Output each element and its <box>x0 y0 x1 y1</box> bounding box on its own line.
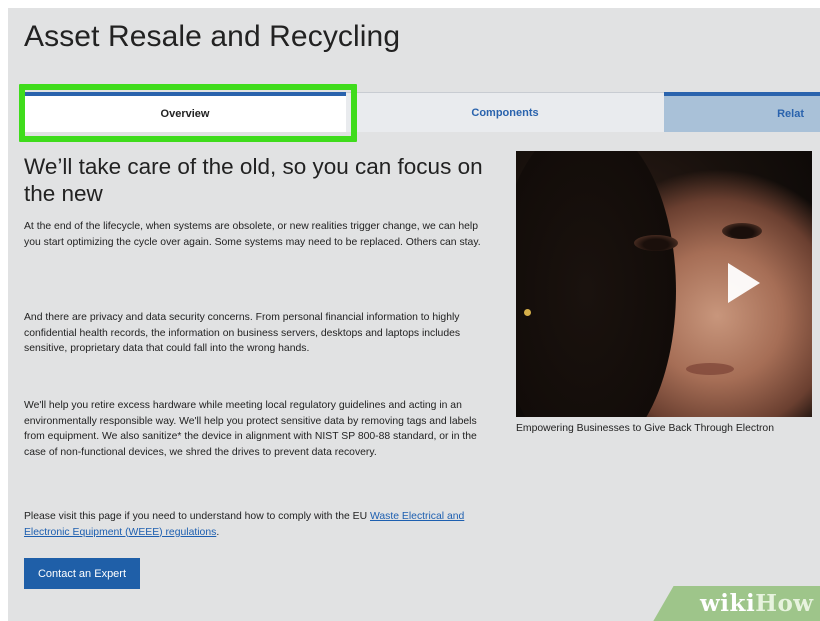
wikihow-watermark: wikiHow <box>700 590 814 617</box>
tab-bar: Overview Components Relat <box>24 92 820 132</box>
tab-related[interactable]: Relat <box>664 92 820 132</box>
watermark-how: How <box>755 590 814 617</box>
weee-suffix: . <box>216 526 220 538</box>
video-eye-left <box>634 235 678 251</box>
paragraph-retire: We'll help you retire excess hardware wh… <box>24 400 477 458</box>
tab-overview[interactable]: Overview <box>24 92 346 132</box>
video-caption: Empowering Businesses to Give Back Throu… <box>516 423 774 434</box>
watermark-wiki: wiki <box>700 590 756 617</box>
weee-text: Please visit this page if you need to un… <box>24 511 370 522</box>
video-earring <box>524 309 531 316</box>
page-title: Asset Resale and Recycling <box>24 20 401 53</box>
paragraph-privacy: And there are privacy and data security … <box>24 312 461 355</box>
paragraph-lifecycle: At the end of the lifecycle, when system… <box>24 221 481 248</box>
contact-expert-button[interactable]: Contact an Expert <box>24 558 140 589</box>
tab-components[interactable]: Components <box>346 92 664 132</box>
video-thumbnail[interactable] <box>516 151 812 417</box>
video-mouth <box>686 363 734 375</box>
section-headline: We’ll take care of the old, so you can f… <box>24 154 483 206</box>
play-icon[interactable] <box>728 263 760 303</box>
video-hair-shade <box>516 151 676 417</box>
paragraph-weee: Please visit this page if you need to un… <box>24 509 494 540</box>
video-eye-right <box>722 223 762 239</box>
